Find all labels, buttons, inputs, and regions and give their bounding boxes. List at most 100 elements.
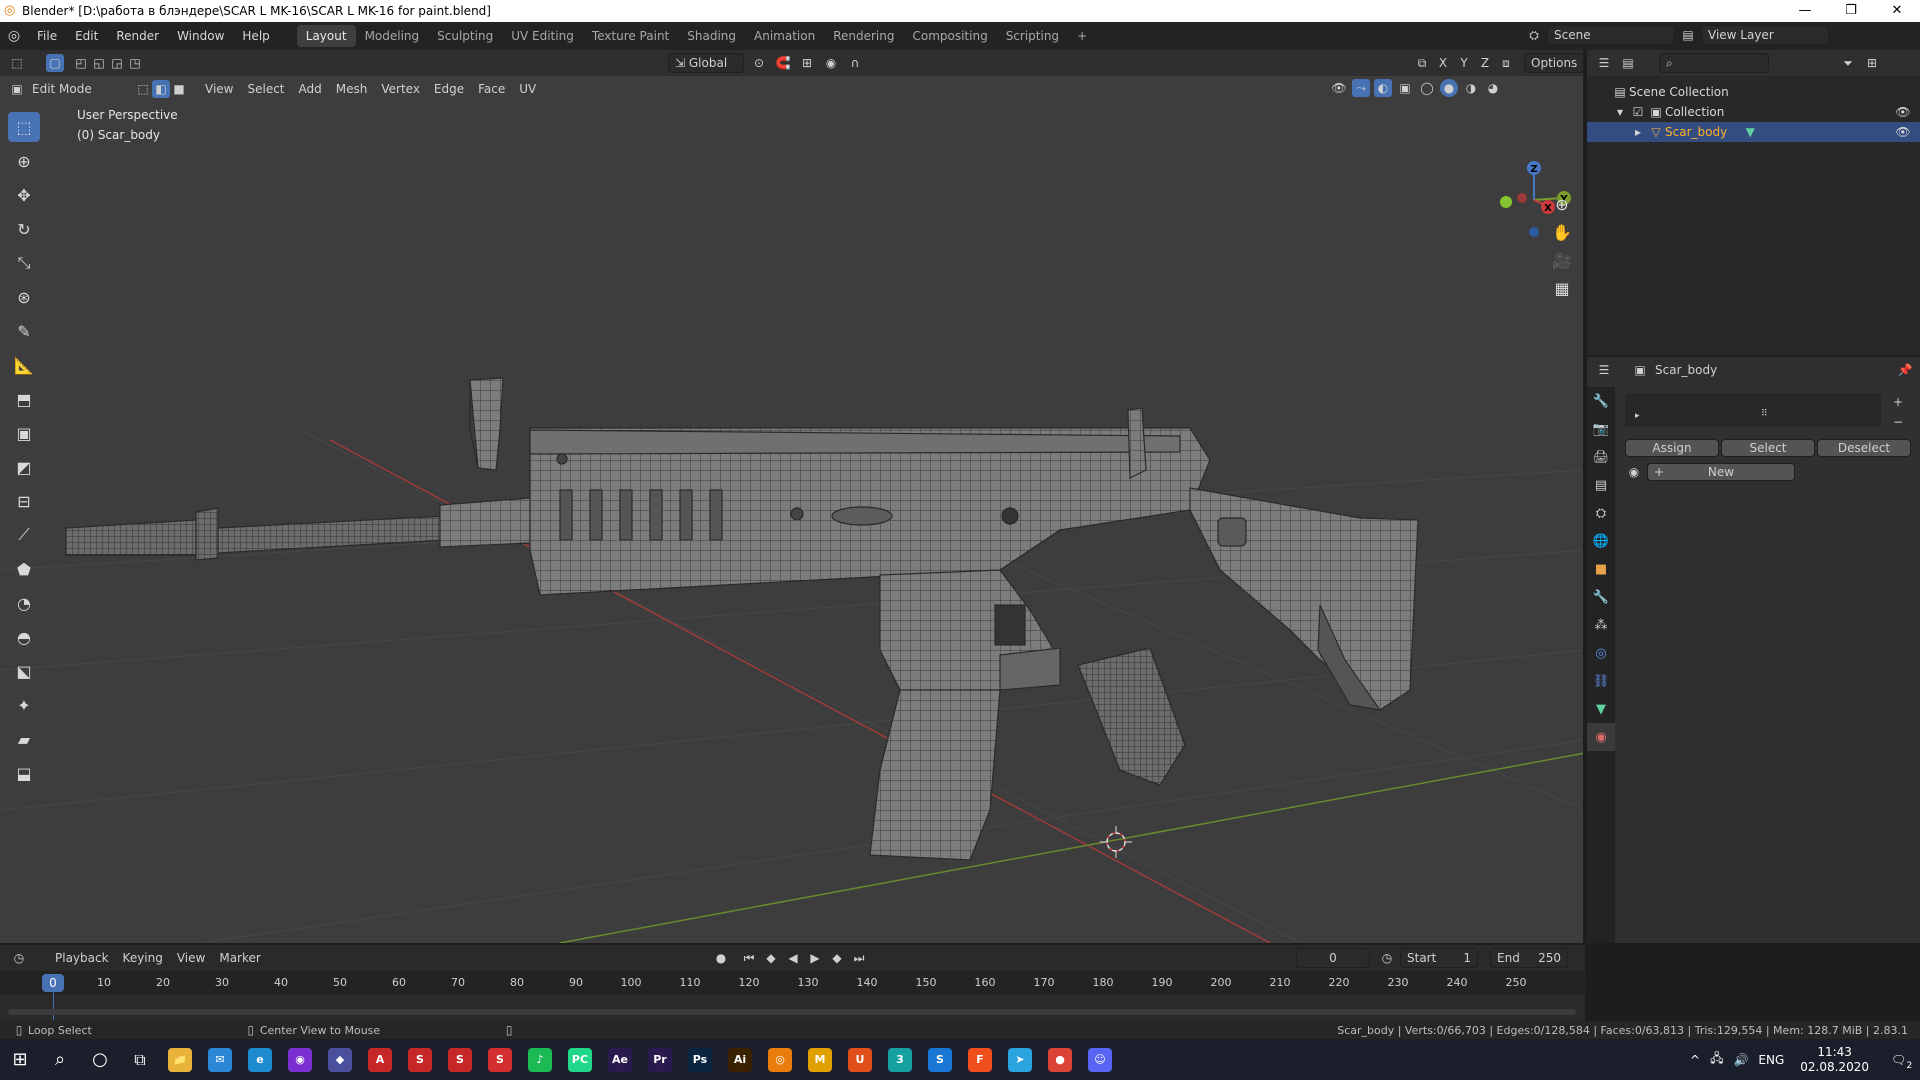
play-reverse-icon[interactable]: ◀	[784, 949, 802, 967]
restore-button[interactable]: ❐	[1828, 0, 1874, 22]
add-slot-icon[interactable]: +	[1889, 393, 1907, 411]
cortana-icon[interactable]: ○	[80, 1039, 120, 1080]
modifier-tab-icon[interactable]: 🔧	[1587, 583, 1615, 611]
menu-edit[interactable]: Edit	[66, 22, 107, 50]
3d-cursor[interactable]	[1100, 826, 1132, 858]
outliner-object-scar-body[interactable]: ▸ ▽ Scar_body ▼ 👁	[1587, 122, 1920, 142]
search-icon[interactable]: ⌕	[40, 1039, 80, 1080]
app-icon[interactable]: ◆	[320, 1039, 360, 1080]
mail-icon[interactable]: ✉	[200, 1039, 240, 1080]
illustrator-icon[interactable]: Ai	[720, 1039, 760, 1080]
new-material-button[interactable]: + New	[1647, 463, 1795, 481]
playhead-frame[interactable]: 0	[42, 974, 64, 992]
clock-editor-icon[interactable]: ◷	[10, 949, 28, 967]
input-language[interactable]: ENG	[1758, 1053, 1784, 1067]
current-frame-field[interactable]: 0	[1296, 948, 1370, 968]
pycharm-icon[interactable]: PC	[560, 1039, 600, 1080]
material-tab-icon[interactable]: ◉	[1587, 723, 1615, 751]
menu-help[interactable]: Help	[233, 22, 278, 50]
expand-arrow-icon[interactable]: ▸	[1629, 123, 1647, 141]
photoshop-icon[interactable]: Ps	[680, 1039, 720, 1080]
world-tab-icon[interactable]: 🌐	[1587, 527, 1615, 555]
edge-slide-tool-icon[interactable]: ⬕	[8, 656, 40, 686]
substance-icon[interactable]: S	[440, 1039, 480, 1080]
pin-icon[interactable]: 📌	[1896, 361, 1914, 379]
end-frame-field[interactable]: End 250	[1490, 948, 1568, 968]
podcast-icon[interactable]: ◉	[280, 1039, 320, 1080]
viewport-scene[interactable]: Z Y X	[0, 50, 1585, 943]
tray-chevron-icon[interactable]: ^	[1690, 1053, 1700, 1067]
poly-build-tool-icon[interactable]: ⬟	[8, 554, 40, 584]
mesh-data-icon[interactable]: ▼	[1741, 123, 1759, 141]
marker-menu[interactable]: Marker	[212, 948, 267, 968]
constraints-tab-icon[interactable]: ⛓	[1587, 667, 1615, 695]
move-tool-icon[interactable]: ✥	[8, 180, 40, 210]
transform-tool-icon[interactable]: ⊛	[8, 282, 40, 312]
jump-start-icon[interactable]: ⏮	[740, 949, 758, 967]
material-slot-list[interactable]: ▸ ⠿	[1625, 393, 1881, 427]
file-explorer-icon[interactable]: 📁	[160, 1039, 200, 1080]
menu-file[interactable]: File	[28, 22, 66, 50]
figma-icon[interactable]: F	[960, 1039, 1000, 1080]
data-tab-icon[interactable]: ▼	[1587, 695, 1615, 723]
shear-tool-icon[interactable]: ▰	[8, 724, 40, 754]
inset-tool-icon[interactable]: ▣	[8, 418, 40, 448]
smooth-tool-icon[interactable]: ◓	[8, 622, 40, 652]
sketchup-icon[interactable]: S	[400, 1039, 440, 1080]
properties-editor-icon[interactable]: ☰	[1595, 361, 1613, 379]
output-tab-icon[interactable]: 🖨	[1587, 443, 1615, 471]
clock[interactable]: 11:43 02.08.2020	[1800, 1045, 1869, 1075]
tab-layout[interactable]: Layout	[296, 25, 356, 47]
start-frame-field[interactable]: Start 1	[1400, 948, 1478, 968]
ortho-toggle-icon[interactable]: ▦	[1548, 274, 1576, 302]
outliner-search-input[interactable]: ⌕	[1659, 53, 1769, 73]
visibility-eye-icon[interactable]: 👁	[1894, 123, 1912, 141]
tab-animation[interactable]: Animation	[745, 25, 824, 47]
network-icon[interactable]: 🖧	[1710, 1049, 1723, 1070]
zoom-icon[interactable]: ⊕	[1548, 190, 1576, 218]
scale-tool-icon[interactable]: ⤡	[8, 248, 40, 278]
app-blue-icon[interactable]: S	[920, 1039, 960, 1080]
rotate-tool-icon[interactable]: ↻	[8, 214, 40, 244]
select-tool-icon[interactable]: ⬚	[8, 112, 40, 142]
scene-selector[interactable]: Scene	[1547, 25, 1675, 45]
menu-window[interactable]: Window	[168, 22, 233, 50]
close-button[interactable]: ✕	[1874, 0, 1920, 22]
list-resize-handle[interactable]: ⠿	[1761, 409, 1768, 419]
remove-slot-icon[interactable]: −	[1889, 413, 1907, 431]
task-view-icon[interactable]: ⧉	[120, 1039, 160, 1080]
new-collection-icon[interactable]: ⊞	[1863, 54, 1881, 72]
tab-compositing[interactable]: Compositing	[903, 25, 996, 47]
blender-menu-icon[interactable]: ◎	[0, 28, 28, 44]
prev-keyframe-icon[interactable]: ◆	[762, 949, 780, 967]
outliner-collection[interactable]: ▾ ☑ ▣ Collection 👁	[1587, 102, 1920, 122]
edge-icon[interactable]: e	[240, 1039, 280, 1080]
tab-sculpting[interactable]: Sculpting	[428, 25, 502, 47]
scene-tab-icon[interactable]: ⛭	[1587, 499, 1615, 527]
scar-body-mesh[interactable]	[65, 377, 1419, 861]
checkbox-icon[interactable]: ☑	[1629, 103, 1647, 121]
start-windows-icon[interactable]: ⊞	[0, 1039, 40, 1080]
scene-icon[interactable]: ⛭	[1525, 26, 1543, 44]
annotate-tool-icon[interactable]: ✎	[8, 316, 40, 346]
volume-icon[interactable]: 🔊	[1733, 1053, 1748, 1067]
3d-viewport[interactable]: ⬚ ▢ ◰ ◱ ◲ ◳ ⇲ Global ⊙ 🧲 ⊞ ◉ ∩ ⧉ X Y Z ⧈…	[0, 50, 1585, 943]
tab-modeling[interactable]: Modeling	[356, 25, 429, 47]
jump-end-icon[interactable]: ⏭	[850, 949, 868, 967]
tool-tab-icon[interactable]: 🔧	[1587, 387, 1615, 415]
outliner-editor-icon[interactable]: ☰	[1595, 54, 1613, 72]
assign-button[interactable]: Assign	[1625, 439, 1719, 457]
app-red-icon[interactable]: A	[360, 1039, 400, 1080]
notifications-icon[interactable]: 🗨 2	[1891, 1053, 1912, 1071]
play-icon[interactable]: ▶	[806, 949, 824, 967]
measure-tool-icon[interactable]: 📐	[8, 350, 40, 380]
knife-tool-icon[interactable]: ⟋	[8, 520, 40, 550]
cursor-tool-icon[interactable]: ⊕	[8, 146, 40, 176]
list-expand-icon[interactable]: ▸	[1635, 411, 1640, 421]
pan-hand-icon[interactable]: ✋	[1548, 218, 1576, 246]
tab-scripting[interactable]: Scripting	[997, 25, 1068, 47]
object-tab-icon[interactable]: ■	[1587, 555, 1615, 583]
visibility-eye-icon[interactable]: 👁	[1894, 103, 1912, 121]
bevel-tool-icon[interactable]: ◩	[8, 452, 40, 482]
preview-range-icon[interactable]: ◷	[1378, 949, 1396, 967]
